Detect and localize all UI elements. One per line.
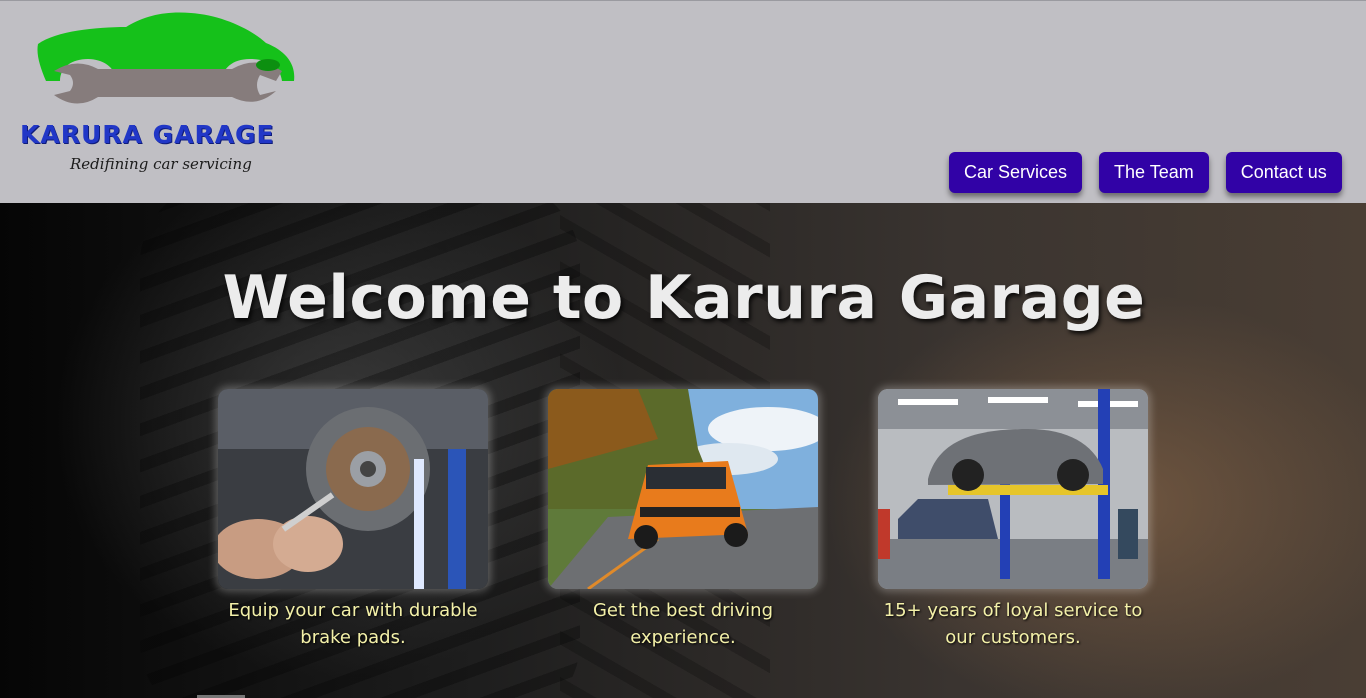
nav-the-team-button[interactable]: The Team — [1099, 152, 1209, 193]
feature-caption: Get the best driving experience. — [592, 600, 774, 648]
feature-card-driving: Get the best driving experience. — [538, 389, 828, 651]
feature-card-service: 15+ years of loyal service to our custom… — [868, 389, 1158, 651]
brand-name: KARURA GARAGE — [20, 120, 275, 149]
brand-tagline: Redifining car servicing — [70, 155, 252, 173]
feature-card-brakes: Equip your car with durable brake pads. — [208, 389, 498, 651]
hero-title: Welcome to Karura Garage — [222, 263, 1146, 333]
hero-section: Welcome to Karura Garage Equip your car … — [0, 203, 1366, 698]
feature-caption: 15+ years of loyal service to our custom… — [883, 600, 1143, 648]
nav-car-services-button[interactable]: Car Services — [949, 152, 1083, 193]
logo[interactable]: KARURA GARAGE Redifining car servicing — [16, 9, 316, 184]
feature-caption: Equip your car with durable brake pads. — [228, 600, 478, 648]
main-nav: Car Services The Team Contact us — [949, 152, 1342, 193]
brake-disc-repair-photo — [218, 389, 488, 589]
car-on-lift-workshop-photo — [878, 389, 1148, 589]
nav-contact-us-button[interactable]: Contact us — [1225, 152, 1342, 193]
site-header: KARURA GARAGE Redifining car servicing C… — [0, 0, 1366, 203]
orange-suv-driving-photo — [548, 389, 818, 589]
car-wrench-logo-icon — [37, 12, 295, 104]
